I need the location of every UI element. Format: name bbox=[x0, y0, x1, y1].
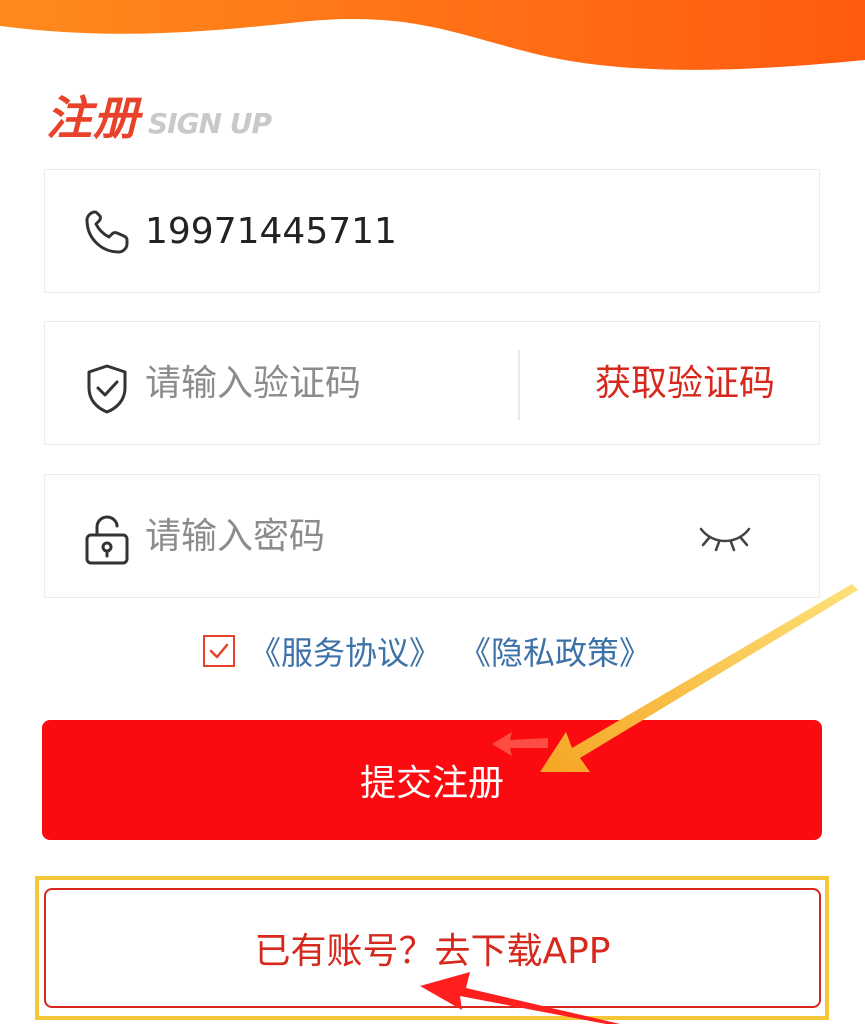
phone-field[interactable]: 19971445711 bbox=[44, 169, 820, 293]
terms-link[interactable]: 《服务协议》 bbox=[249, 628, 441, 674]
title-chinese: 注册 bbox=[46, 91, 140, 145]
header-wave bbox=[0, 0, 865, 70]
eye-closed-icon[interactable] bbox=[697, 519, 753, 555]
phone-value: 19971445711 bbox=[145, 211, 397, 252]
verification-code-field[interactable]: 请输入验证码 获取验证码 bbox=[44, 321, 820, 445]
lock-icon bbox=[85, 515, 129, 565]
privacy-link[interactable]: 《隐私政策》 bbox=[459, 628, 651, 674]
download-app-button[interactable]: 已有账号？去下载APP bbox=[44, 888, 821, 1008]
check-icon bbox=[209, 643, 229, 659]
agreement-row: 《服务协议》 《隐私政策》 bbox=[203, 628, 669, 674]
shield-check-icon bbox=[87, 364, 127, 414]
field-divider bbox=[518, 350, 520, 420]
title-english: SIGN UP bbox=[148, 107, 272, 140]
agreement-checkbox[interactable] bbox=[203, 635, 235, 667]
get-code-button[interactable]: 获取验证码 bbox=[565, 322, 805, 446]
phone-icon bbox=[85, 210, 129, 254]
submit-button[interactable]: 提交注册 bbox=[42, 720, 822, 840]
page-title: 注册 SIGN UP bbox=[46, 91, 272, 145]
verification-code-input[interactable]: 请输入验证码 bbox=[145, 322, 361, 446]
password-field[interactable]: 请输入密码 bbox=[44, 474, 820, 598]
password-input[interactable]: 请输入密码 bbox=[145, 475, 325, 599]
